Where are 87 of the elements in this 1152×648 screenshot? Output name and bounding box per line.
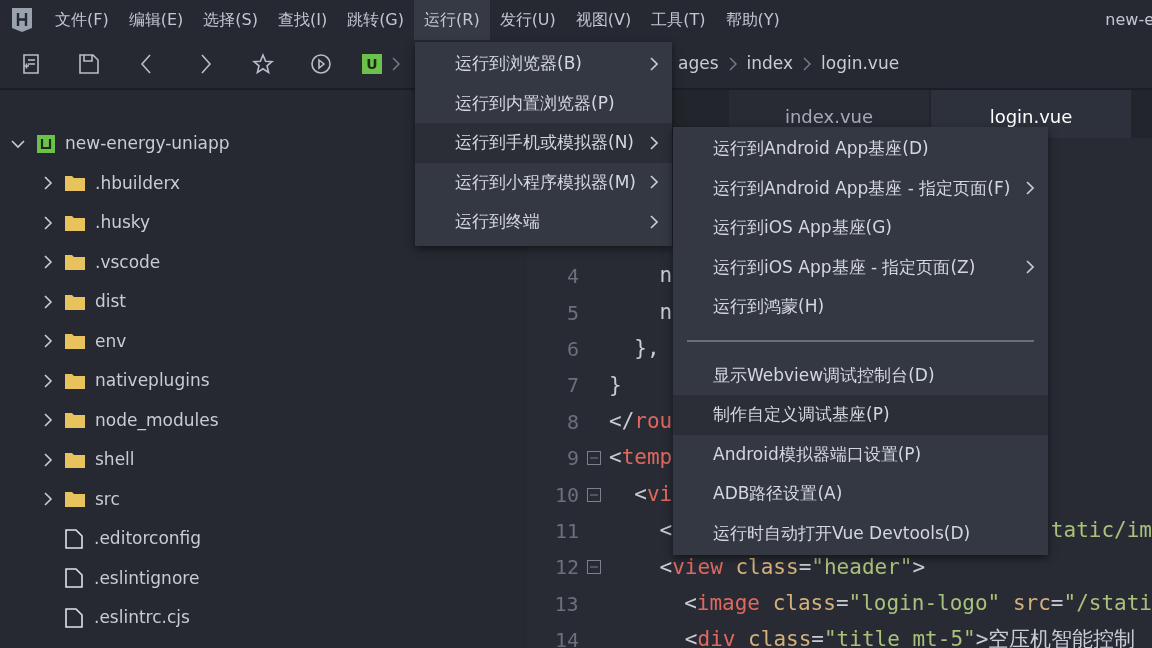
line-number: 10 xyxy=(553,481,579,509)
menu-item[interactable]: 运行到手机或模拟器(N) xyxy=(415,123,672,163)
breadcrumb-item[interactable]: index xyxy=(746,51,794,77)
menu-item[interactable]: 运行到鸿蒙(H) xyxy=(673,287,1048,327)
menu-item[interactable]: 视图(V) xyxy=(565,0,642,40)
menu-item[interactable]: 跳转(G) xyxy=(337,0,414,40)
folder-icon xyxy=(65,491,85,508)
file-icon xyxy=(65,528,83,549)
tree-item-label[interactable]: node_modules xyxy=(95,407,219,433)
file-icon xyxy=(65,607,83,628)
menu-item[interactable]: 帮助(Y) xyxy=(715,0,790,40)
folder-icon xyxy=(65,372,85,389)
folder-icon xyxy=(65,214,85,231)
line-number: 12 xyxy=(553,554,579,582)
code-line: <view class="header"> xyxy=(658,553,926,581)
project-badge[interactable]: U xyxy=(362,54,382,74)
folder-icon xyxy=(65,451,85,468)
menu-item[interactable]: 运行到Android App基座 - 指定页面(F) xyxy=(673,168,1048,208)
menu-item[interactable]: 查找(I) xyxy=(267,0,338,40)
tree-item-label[interactable]: .eslintignore xyxy=(94,565,200,591)
chevron-icon xyxy=(728,57,737,71)
tree-item-label[interactable]: shell xyxy=(95,447,135,473)
folder-icon xyxy=(65,254,85,271)
menu-item[interactable]: 运行到小程序模拟器(M) xyxy=(415,162,672,202)
code-line: tatic/im xyxy=(1050,517,1152,545)
menu-item[interactable]: 工具(T) xyxy=(641,0,716,40)
menu-item[interactable]: Android模拟器端口设置(P) xyxy=(673,434,1048,474)
tree-item-label[interactable]: src xyxy=(95,486,120,512)
code-line: n xyxy=(658,298,673,326)
tree-item-label[interactable]: dist xyxy=(95,289,127,315)
folder-icon xyxy=(65,333,85,350)
breadcrumb-item[interactable]: ages xyxy=(678,51,719,77)
line-number: 7 xyxy=(565,372,579,400)
folder-icon xyxy=(65,293,85,310)
line-number: 5 xyxy=(565,299,579,327)
chevron-icon xyxy=(392,57,400,71)
app-logo-icon xyxy=(11,7,33,33)
fold-icon[interactable] xyxy=(587,451,601,466)
code-line: <temp xyxy=(609,444,673,472)
play-icon[interactable] xyxy=(310,53,332,75)
tree-item-label[interactable]: .vscode xyxy=(95,249,161,275)
chevron-icon xyxy=(803,57,812,71)
line-number: 8 xyxy=(565,408,579,436)
code-line: } xyxy=(609,371,622,399)
tree-item-label[interactable]: .hbuilderx xyxy=(95,170,181,196)
line-number: 14 xyxy=(553,627,579,648)
tree-item-label[interactable]: .eslintrc.cjs xyxy=(94,605,190,631)
tree-item-label[interactable]: .editorconfig xyxy=(94,526,202,552)
fold-icon[interactable] xyxy=(587,487,601,502)
breadcrumb-item[interactable]: login.vue xyxy=(821,51,900,77)
menu-item[interactable]: 运行到终端 xyxy=(415,202,672,242)
line-number: 9 xyxy=(565,445,579,473)
code-line: <vi xyxy=(633,480,673,508)
menu-item[interactable]: 运行到内置浏览器(P) xyxy=(415,83,672,123)
menu-item[interactable]: 制作自定义调试基座(P) xyxy=(673,395,1048,435)
tree-item-label[interactable]: .husky xyxy=(95,210,151,236)
menu-item[interactable]: 运行到浏览器(B) xyxy=(415,44,672,84)
menu-item[interactable]: 运行(R) xyxy=(414,0,490,40)
menu-item[interactable]: ADB路径设置(A) xyxy=(673,474,1048,514)
menu-item[interactable]: 选择(S) xyxy=(193,0,268,40)
code-line: n xyxy=(658,262,673,290)
menu-item[interactable]: 运行时自动打开Vue Devtools(D) xyxy=(673,513,1048,553)
tree-item-label[interactable]: new-energy-uniapp xyxy=(65,131,230,157)
new-file-icon[interactable] xyxy=(20,53,42,75)
code-line: }, xyxy=(633,335,660,363)
code-line: < xyxy=(658,517,673,545)
menu-item[interactable]: 发行(U) xyxy=(489,0,566,40)
tree-item-label[interactable]: env xyxy=(95,328,127,354)
menu-item[interactable]: 编辑(E) xyxy=(118,0,194,40)
line-number: 13 xyxy=(553,590,579,618)
project-icon xyxy=(37,134,55,153)
menu-item[interactable]: 运行到iOS App基座(G) xyxy=(673,208,1048,248)
menu-item[interactable]: 文件(F) xyxy=(45,0,119,40)
folder-icon xyxy=(65,412,85,429)
file-icon xyxy=(65,568,83,589)
menu-item[interactable]: 运行到iOS App基座 - 指定页面(Z) xyxy=(673,247,1048,287)
menu-item[interactable]: 显示Webview调试控制台(D) xyxy=(673,355,1048,395)
code-line: </rou xyxy=(609,408,673,435)
folder-icon xyxy=(65,175,85,192)
line-number: 4 xyxy=(565,263,579,291)
star-icon[interactable] xyxy=(252,53,274,75)
line-number: 11 xyxy=(553,517,579,545)
tree-item-label[interactable]: nativeplugins xyxy=(95,368,210,394)
code-line: <image class="login-logo" src="/stati xyxy=(683,589,1152,617)
line-number: 6 xyxy=(565,335,579,363)
save-icon[interactable] xyxy=(78,53,100,75)
fold-icon[interactable] xyxy=(587,560,601,575)
